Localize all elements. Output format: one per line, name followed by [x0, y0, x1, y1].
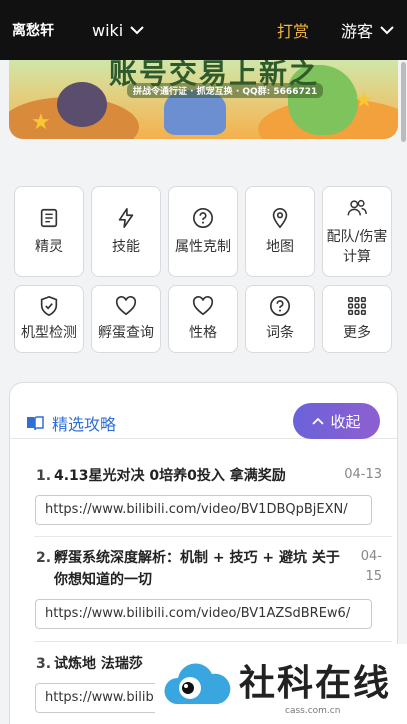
wiki-menu[interactable]: wiki	[92, 21, 145, 40]
feature-tile-more[interactable]: 更多	[322, 285, 392, 353]
feature-label: 精灵	[35, 238, 63, 255]
feature-label: 属性克制	[175, 238, 231, 255]
guide-url-field[interactable]: https://www.bilibili.com/video/BV1DBQpBj…	[35, 495, 372, 525]
watermark-text: 社科在线	[239, 663, 392, 704]
chevron-down-icon	[130, 26, 144, 35]
divider	[34, 641, 392, 642]
feature-tile-map[interactable]: 地图	[245, 186, 315, 277]
banner-subtitle: 拼战令通行证 · 抓宠互换 · QQ群: 5666721	[127, 83, 324, 98]
book-icon	[40, 208, 58, 227]
lightning-icon	[118, 207, 134, 228]
guides-header: 精选攻略 收起	[10, 383, 397, 439]
feature-tile-type-chart[interactable]: 属性克制	[168, 186, 238, 277]
feature-tile-traits[interactable]: 词条	[245, 285, 315, 353]
scrollbar[interactable]	[401, 62, 406, 142]
guide-item[interactable]: 2. 孵蛋系统深度解析：机制 + 技巧 + 避坑 关于你想知道的一切 04-15…	[26, 547, 382, 629]
collapse-label: 收起	[330, 412, 361, 431]
open-book-icon	[27, 416, 44, 431]
shield-check-icon	[40, 295, 58, 317]
watermark: 社科在线 cass.com.cn	[155, 644, 407, 724]
feature-label: 更多	[343, 325, 371, 341]
feature-tile-nature[interactable]: 性格	[168, 285, 238, 353]
guide-title[interactable]: 4.13星光对决 0培养0投入 拿满奖励	[54, 465, 342, 487]
guide-date: 04-15	[360, 549, 382, 584]
feature-label: 技能	[112, 238, 140, 255]
feature-label: 机型检测	[21, 325, 77, 341]
guide-item[interactable]: 1. 4.13星光对决 0培养0投入 拿满奖励 04-13 https://ww…	[26, 465, 382, 525]
star-icon: ★	[31, 110, 51, 135]
guest-menu[interactable]: 游客	[341, 18, 395, 42]
page: 离愁轩 wiki 打赏 游客 账号交易上新之 拼战令通行证 · 抓宠互换 · Q…	[0, 0, 407, 724]
people-icon	[347, 199, 367, 215]
guide-number: 2.	[36, 550, 52, 566]
guide-number: 3.	[36, 656, 52, 672]
feature-label: 性格	[189, 325, 217, 341]
top-bar: 离愁轩 wiki 打赏 游客	[0, 0, 407, 60]
feature-tile-egg-hatch[interactable]: 孵蛋查询	[91, 285, 161, 353]
grid-icon	[348, 297, 366, 315]
feature-tile-sprites[interactable]: 精灵	[14, 186, 84, 277]
question-icon	[270, 296, 290, 316]
guides-title-text: 精选攻略	[52, 415, 117, 434]
promo-banner[interactable]: 账号交易上新之 拼战令通行证 · 抓宠互换 · QQ群: 5666721 ★ ★	[9, 60, 398, 139]
banner-monster	[57, 82, 107, 127]
feature-tile-team-damage-calc[interactable]: 配队/伤害计算	[322, 186, 392, 277]
star-icon: ★	[354, 88, 374, 113]
guides-title: 精选攻略	[26, 411, 116, 435]
chevron-down-icon	[380, 26, 394, 35]
guide-date: 04-13	[344, 467, 382, 482]
feature-label: 配队/伤害计算	[326, 228, 388, 265]
guest-label: 游客	[340, 22, 373, 41]
site-brand[interactable]: 离愁轩	[12, 20, 54, 40]
collapse-button[interactable]: 收起	[293, 403, 380, 439]
chevron-up-icon	[312, 417, 325, 425]
heart-icon	[192, 296, 214, 316]
feature-grid: 精灵 技能 属性克制 地图 配队/伤害计算 机型检测 孵蛋查询 性格 词条 更多	[14, 186, 393, 353]
feature-label: 词条	[266, 325, 294, 341]
guide-url-field[interactable]: https://www.bilibili.com/video/BV1AZSdBR…	[35, 599, 372, 629]
feature-label: 孵蛋查询	[98, 325, 154, 341]
feature-tile-skills[interactable]: 技能	[91, 186, 161, 277]
question-icon	[193, 207, 213, 228]
divider	[34, 536, 392, 537]
guide-number: 1.	[36, 468, 52, 484]
guide-title[interactable]: 孵蛋系统深度解析：机制 + 技巧 + 避坑 关于你想知道的一切	[54, 547, 348, 591]
feature-label: 地图	[266, 238, 294, 255]
feature-tile-device-check[interactable]: 机型检测	[14, 285, 84, 353]
watermark-domain: cass.com.cn	[285, 706, 341, 716]
heart-icon	[115, 296, 137, 316]
cloud-eye-logo-icon	[164, 663, 231, 704]
wiki-label: wiki	[92, 20, 124, 40]
location-pin-icon	[272, 207, 288, 228]
reward-link[interactable]: 打赏	[277, 18, 309, 42]
